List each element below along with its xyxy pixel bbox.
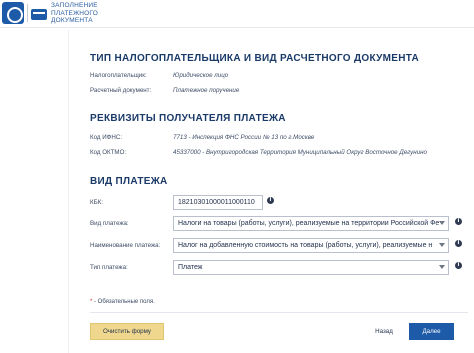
fns-emblem-icon[interactable] bbox=[2, 2, 24, 24]
logo-line-2: ПЛАТЕЖНОГО bbox=[51, 9, 99, 17]
payment-kind-select[interactable]: Налоги на товары (работы, услуги), реали… bbox=[173, 216, 449, 231]
required-text: - Обязательные поля. bbox=[94, 299, 155, 305]
chevron-down-icon bbox=[439, 221, 445, 225]
payment-kind-value: Налоги на товары (работы, услуги), реали… bbox=[178, 220, 440, 227]
kbk-info-icon[interactable]: i bbox=[267, 197, 274, 204]
service-logo-text[interactable]: ЗАПОЛНЕНИЕ ПЛАТЕЖНОГО ДОКУМЕНТА bbox=[51, 2, 98, 25]
section-title-recipient: РЕКВИЗИТЫ ПОЛУЧАТЕЛЯ ПЛАТЕЖА bbox=[90, 113, 286, 124]
payment-type-value: Платеж bbox=[178, 264, 203, 271]
kbk-input[interactable]: 18210301000011000110 bbox=[173, 195, 263, 210]
payer-value: Юридическое лицо bbox=[173, 72, 229, 79]
logo-line-3: ДОКУМЕНТА bbox=[51, 17, 93, 25]
payment-card-icon bbox=[31, 9, 47, 20]
chevron-down-icon bbox=[439, 265, 445, 269]
payment-type-info-icon[interactable]: i bbox=[455, 262, 462, 269]
logo-divider bbox=[27, 4, 28, 22]
chevron-down-icon bbox=[439, 243, 445, 247]
back-button[interactable]: Назад bbox=[366, 323, 402, 340]
payment-name-value: Налог на добавленную стоимость на товары… bbox=[178, 242, 433, 249]
required-star: * bbox=[90, 299, 93, 305]
oktmo-value: 45337000 - Внутригородская Территория Му… bbox=[173, 149, 427, 156]
payment-type-label: Тип платежа: bbox=[90, 264, 128, 271]
ifns-value: 7713 - Инспекция ФНС России № 13 по г.Мо… bbox=[173, 134, 315, 141]
payment-type-select[interactable]: Платеж bbox=[173, 260, 449, 275]
payment-name-label: Наименование платежа: bbox=[90, 242, 161, 249]
oktmo-label: Код ОКТМО: bbox=[90, 149, 127, 156]
document-label: Расчетный документ: bbox=[90, 87, 152, 94]
kbk-label: КБК: bbox=[90, 199, 103, 206]
payment-name-info-icon[interactable]: i bbox=[455, 240, 462, 247]
next-button[interactable]: Далее bbox=[409, 323, 454, 340]
section-title-payer: ТИП НАЛОГОПЛАТЕЛЬЩИКА И ВИД РАСЧЕТНОГО Д… bbox=[90, 53, 420, 64]
payment-kind-label: Вид платежа: bbox=[90, 220, 129, 227]
payment-name-select[interactable]: Налог на добавленную стоимость на товары… bbox=[173, 238, 449, 253]
logo-line-1: ЗАПОЛНЕНИЕ bbox=[51, 2, 98, 9]
clear-form-button[interactable]: Очистить форму bbox=[90, 323, 164, 340]
section-title-payment: ВИД ПЛАТЕЖА bbox=[90, 176, 168, 187]
required-fields-note: * - Обязательные поля. bbox=[90, 299, 155, 305]
payer-label: Налогоплательщик: bbox=[90, 72, 147, 79]
ifns-label: Код ИФНС: bbox=[90, 134, 123, 141]
footer-divider bbox=[90, 312, 468, 313]
payment-kind-info-icon[interactable]: i bbox=[455, 218, 462, 225]
site-header: ЗАПОЛНЕНИЕ ПЛАТЕЖНОГО ДОКУМЕНТА bbox=[0, 0, 474, 28]
document-value: Платежное поручение bbox=[173, 87, 240, 94]
